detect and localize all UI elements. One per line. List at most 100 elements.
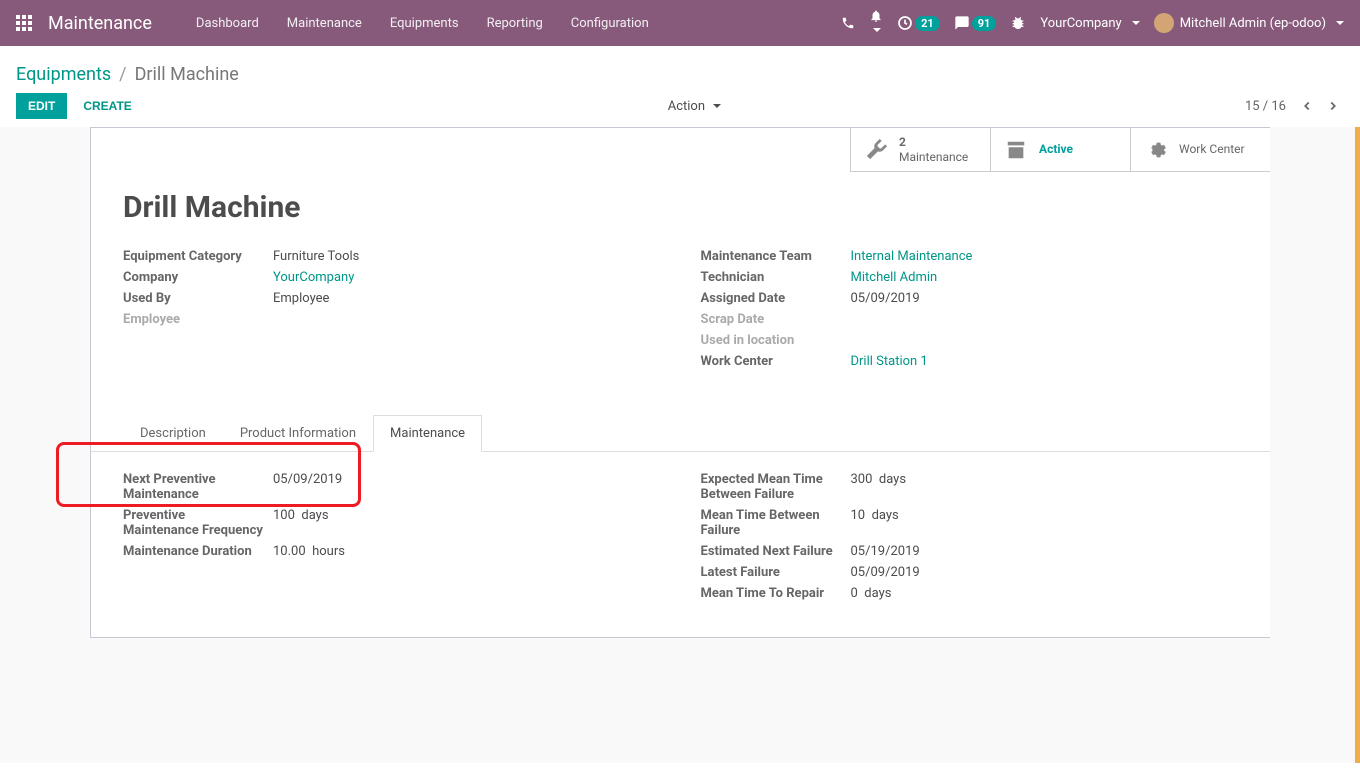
tab-maintenance[interactable]: Maintenance xyxy=(373,415,482,452)
value-next-preventive: 05/09/2019 xyxy=(273,472,661,487)
label-tech: Technician xyxy=(701,270,851,285)
label-team: Maintenance Team xyxy=(701,249,851,264)
value-tech[interactable]: Mitchell Admin xyxy=(851,270,1239,285)
pager-next[interactable] xyxy=(1322,95,1344,117)
mttr-unit: days xyxy=(864,586,891,601)
tabs: Description Product Information Maintena… xyxy=(91,415,1270,452)
label-category: Equipment Category xyxy=(123,249,273,264)
label-duration: Maintenance Duration xyxy=(123,544,273,559)
breadcrumb-equipments[interactable]: Equipments xyxy=(16,64,111,85)
label-location: Used in location xyxy=(701,333,851,348)
app-brand[interactable]: Maintenance xyxy=(48,13,152,34)
value-category: Furniture Tools xyxy=(273,249,661,264)
value-company[interactable]: YourCompany xyxy=(273,270,661,285)
action-dropdown[interactable]: Action xyxy=(668,99,721,114)
archive-icon xyxy=(1005,139,1027,161)
create-button[interactable]: CREATE xyxy=(71,93,143,119)
value-mttr: 0 days xyxy=(851,586,1239,601)
user-menu[interactable]: Mitchell Admin (ep-odoo) xyxy=(1154,13,1344,33)
right-column: Maintenance Team Internal Maintenance Te… xyxy=(701,249,1239,375)
pager-count[interactable]: 15 / 16 xyxy=(1245,99,1286,114)
value-latest: 05/09/2019 xyxy=(851,565,1239,580)
maint-right: Expected Mean Time Between Failure 300 d… xyxy=(701,472,1239,607)
label-mtbf: Mean Time Between Failure xyxy=(701,508,851,538)
menu-reporting[interactable]: Reporting xyxy=(473,16,557,31)
label-usedby: Used By xyxy=(123,291,273,306)
messaging-icon[interactable]: 91 xyxy=(954,15,997,31)
label-emtbf: Expected Mean Time Between Failure xyxy=(701,472,851,502)
dur-unit: hours xyxy=(312,544,345,559)
wrench-icon xyxy=(865,139,887,161)
menu-maintenance[interactable]: Maintenance xyxy=(273,16,376,31)
label-mttr: Mean Time To Repair xyxy=(701,586,851,601)
navbar-menu: Dashboard Maintenance Equipments Reporti… xyxy=(182,16,663,31)
stat-maint-label: Maintenance xyxy=(899,150,968,164)
value-team[interactable]: Internal Maintenance xyxy=(851,249,1239,264)
caret-down-icon xyxy=(713,104,721,108)
top-navbar: Maintenance Dashboard Maintenance Equipm… xyxy=(0,0,1360,46)
action-label: Action xyxy=(668,99,705,114)
form-sheet: 2 Maintenance Active xyxy=(90,127,1270,638)
tab-content: Next Preventive Maintenance 05/09/2019 P… xyxy=(91,452,1270,637)
edit-button[interactable]: EDIT xyxy=(16,93,67,119)
caret-down-icon xyxy=(1132,21,1140,25)
pager-prev[interactable] xyxy=(1296,95,1318,117)
breadcrumb-separator: / xyxy=(119,64,126,85)
mttr-num: 0 xyxy=(851,586,858,601)
value-enf: 05/19/2019 xyxy=(851,544,1239,559)
user-name: Mitchell Admin (ep-odoo) xyxy=(1180,16,1326,31)
control-panel-row: EDIT CREATE Action 15 / 16 xyxy=(16,93,1344,119)
value-duration: 10.00 hours xyxy=(273,544,661,559)
maint-left: Next Preventive Maintenance 05/09/2019 P… xyxy=(123,472,661,607)
control-panel: Equipments / Drill Machine EDIT CREATE A… xyxy=(0,46,1360,127)
avatar xyxy=(1154,13,1174,33)
pager-arrows xyxy=(1296,95,1344,117)
mtbf-num: 10 xyxy=(851,508,866,523)
bug-icon[interactable] xyxy=(1010,15,1026,31)
stat-active[interactable]: Active xyxy=(990,128,1130,172)
company-selector[interactable]: YourCompany xyxy=(1040,16,1139,31)
label-latest: Latest Failure xyxy=(701,565,851,580)
value-workcenter[interactable]: Drill Station 1 xyxy=(851,354,1239,369)
pager: 15 / 16 xyxy=(1245,95,1344,117)
left-column: Equipment Category Furniture Tools Compa… xyxy=(123,249,661,375)
label-company: Company xyxy=(123,270,273,285)
bell-icon[interactable] xyxy=(869,9,883,38)
cp-left: EDIT CREATE xyxy=(16,93,144,119)
page-title: Drill Machine xyxy=(91,172,1270,249)
value-assigned: 05/09/2019 xyxy=(851,291,1239,306)
value-usedby: Employee xyxy=(273,291,661,306)
cogs-icon xyxy=(1145,139,1167,161)
stat-maintenance[interactable]: 2 Maintenance xyxy=(850,128,990,172)
caret-down-icon xyxy=(1336,21,1344,25)
stat-maint-count: 2 xyxy=(899,135,968,149)
main-view: 2 Maintenance Active xyxy=(0,127,1360,763)
stat-buttons: 2 Maintenance Active xyxy=(91,128,1270,172)
top-fields: Equipment Category Furniture Tools Compa… xyxy=(91,249,1270,395)
label-frequency: Preventive Maintenance Frequency xyxy=(123,508,273,538)
activity-icon[interactable]: 21 xyxy=(897,15,940,31)
emtbf-num: 300 xyxy=(851,472,873,487)
label-next-preventive: Next Preventive Maintenance xyxy=(123,472,273,502)
phone-icon[interactable] xyxy=(841,16,855,30)
cp-right: 15 / 16 xyxy=(1245,95,1344,117)
freq-num: 100 xyxy=(273,508,295,523)
messaging-badge: 91 xyxy=(972,16,997,31)
company-name: YourCompany xyxy=(1040,16,1121,31)
breadcrumb-current: Drill Machine xyxy=(135,64,239,85)
freq-unit: days xyxy=(301,508,328,523)
menu-dashboard[interactable]: Dashboard xyxy=(182,16,273,31)
value-emtbf: 300 days xyxy=(851,472,1239,487)
emtbf-unit: days xyxy=(879,472,906,487)
value-frequency: 100 days xyxy=(273,508,661,523)
tab-description[interactable]: Description xyxy=(123,415,223,452)
menu-equipments[interactable]: Equipments xyxy=(376,16,473,31)
label-scrap: Scrap Date xyxy=(701,312,851,327)
menu-configuration[interactable]: Configuration xyxy=(557,16,663,31)
dur-num: 10.00 xyxy=(273,544,306,559)
apps-menu-icon[interactable] xyxy=(16,15,32,31)
stat-workcenter[interactable]: Work Center xyxy=(1130,128,1270,172)
stat-active-label: Active xyxy=(1039,142,1073,156)
tab-product-information[interactable]: Product Information xyxy=(223,415,373,452)
breadcrumb: Equipments / Drill Machine xyxy=(16,64,1344,85)
